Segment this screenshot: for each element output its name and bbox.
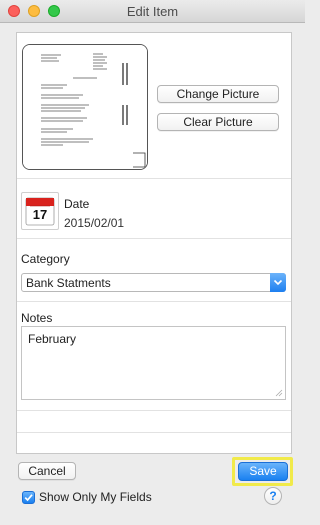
divider: [17, 238, 291, 239]
divider: [17, 178, 291, 179]
show-only-my-fields-checkbox[interactable]: [22, 491, 35, 504]
calendar-icon[interactable]: 17: [21, 192, 59, 230]
category-label: Category: [21, 252, 70, 266]
window-title: Edit Item: [126, 4, 179, 19]
save-button[interactable]: Save: [238, 462, 288, 481]
category-selected-value: Bank Statments: [26, 276, 111, 290]
resize-handle-icon[interactable]: [275, 389, 283, 397]
notes-textarea[interactable]: February: [21, 326, 286, 400]
notes-text: February: [28, 332, 77, 346]
chevron-down-icon[interactable]: [270, 273, 286, 292]
divider: [17, 301, 291, 302]
category-select[interactable]: Bank Statments: [21, 273, 286, 292]
document-picture[interactable]: [22, 44, 148, 170]
clear-picture-button[interactable]: Clear Picture: [157, 113, 279, 131]
calendar-day-number: 17: [32, 207, 48, 222]
divider: [17, 432, 291, 433]
document-thumbnail-image: [23, 45, 147, 169]
show-only-my-fields-label[interactable]: Show Only My Fields: [39, 490, 152, 504]
date-value[interactable]: 2015/02/01: [64, 216, 124, 230]
help-button[interactable]: ?: [264, 487, 282, 505]
cancel-button[interactable]: Cancel: [18, 462, 76, 480]
date-label: Date: [64, 197, 90, 211]
title-bar[interactable]: Edit Item: [0, 0, 305, 23]
change-picture-button[interactable]: Change Picture: [157, 85, 279, 103]
divider: [17, 410, 291, 411]
item-form-panel: Change Picture Clear Picture 17 Date 201…: [16, 32, 292, 454]
checkmark-icon: [24, 494, 33, 502]
notes-label: Notes: [21, 311, 53, 325]
